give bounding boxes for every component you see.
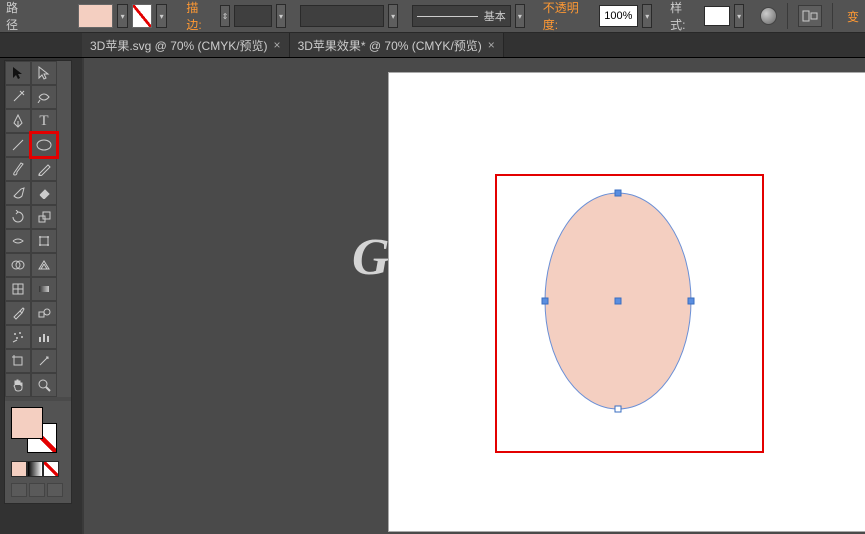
anchor-point-right[interactable] xyxy=(688,298,694,304)
draw-behind[interactable] xyxy=(29,483,45,497)
paintbrush-tool[interactable] xyxy=(5,157,31,181)
selection-context-label: 路径 xyxy=(6,0,28,33)
stroke-palette-dropdown[interactable]: ▾ xyxy=(156,4,166,28)
fill-stroke-control[interactable] xyxy=(11,407,59,455)
graphic-style-swatch[interactable] xyxy=(704,6,730,26)
artboard-tool[interactable] xyxy=(5,349,31,373)
rotate-tool[interactable] xyxy=(5,205,31,229)
document-tabs-bar: 3D苹果.svg @ 70% (CMYK/预览) × 3D苹果效果* @ 70%… xyxy=(0,33,865,58)
draw-normal[interactable] xyxy=(11,483,27,497)
line-segment-tool[interactable] xyxy=(5,133,31,157)
document-tab[interactable]: 3D苹果效果* @ 70% (CMYK/预览) × xyxy=(290,33,504,57)
symbol-sprayer-tool[interactable] xyxy=(5,325,31,349)
type-tool[interactable]: T xyxy=(31,109,57,133)
column-graph-tool[interactable] xyxy=(31,325,57,349)
slice-tool[interactable] xyxy=(31,349,57,373)
color-mode-row xyxy=(11,461,65,477)
blob-brush-tool[interactable] xyxy=(5,181,31,205)
direct-selection-tool[interactable] xyxy=(31,61,57,85)
pen-tool[interactable] xyxy=(5,109,31,133)
fill-dropdown[interactable]: ▾ xyxy=(117,4,127,28)
stroke-weight-dropdown[interactable]: ▾ xyxy=(276,4,286,28)
anchor-point-left[interactable] xyxy=(542,298,548,304)
document-tab[interactable]: 3D苹果.svg @ 70% (CMYK/预览) × xyxy=(82,33,290,57)
blend-tool[interactable] xyxy=(31,301,57,325)
tab-close-button[interactable]: × xyxy=(488,38,495,52)
divider xyxy=(787,3,788,29)
opacity-field[interactable]: 100% xyxy=(599,5,638,27)
divider xyxy=(832,3,833,29)
tab-label: 3D苹果.svg @ 70% (CMYK/预览) xyxy=(90,37,268,54)
style-label: 样式: xyxy=(670,0,696,33)
align-panel-button[interactable] xyxy=(798,5,822,27)
center-point[interactable] xyxy=(615,298,621,304)
free-transform-tool[interactable] xyxy=(31,229,57,253)
tab-label: 3D苹果效果* @ 70% (CMYK/预览) xyxy=(298,37,482,54)
stroke-swatch-none[interactable] xyxy=(132,4,153,28)
draw-mode-row xyxy=(11,483,65,497)
perspective-grid-tool[interactable] xyxy=(31,253,57,277)
graphic-style-dropdown[interactable]: ▾ xyxy=(734,4,744,28)
stroke-weight-field[interactable] xyxy=(234,5,271,27)
lasso-tool[interactable] xyxy=(31,85,57,109)
color-mode-gradient[interactable] xyxy=(27,461,43,477)
brush-style-label: 基本 xyxy=(484,8,506,24)
fill-color-swatch[interactable] xyxy=(11,407,43,439)
color-mode-none[interactable] xyxy=(43,461,59,477)
brush-style-field[interactable]: 基本 xyxy=(412,5,511,27)
tab-close-button[interactable]: × xyxy=(274,38,281,52)
gradient-tool[interactable] xyxy=(31,277,57,301)
selection-tool[interactable] xyxy=(5,61,31,85)
color-mode-solid[interactable] xyxy=(11,461,27,477)
selected-ellipse-object[interactable] xyxy=(543,191,693,411)
canvas-workspace[interactable]: G xyxy=(82,58,865,534)
hand-tool[interactable] xyxy=(5,373,31,397)
stroke-options-label[interactable]: 描边: xyxy=(186,0,212,33)
stroke-weight-stepper[interactable]: ⇕ xyxy=(220,5,230,27)
vstroke-profile-dropdown[interactable]: ▾ xyxy=(388,4,398,28)
opacity-label[interactable]: 不透明度: xyxy=(543,0,591,33)
anchor-point-top[interactable] xyxy=(615,190,621,196)
draw-inside[interactable] xyxy=(47,483,63,497)
brush-style-dropdown[interactable]: ▾ xyxy=(515,4,525,28)
zoom-tool[interactable] xyxy=(31,373,57,397)
eyedropper-tool[interactable] xyxy=(5,301,31,325)
fill-swatch[interactable] xyxy=(78,4,114,28)
shape-builder-tool[interactable] xyxy=(5,253,31,277)
eraser-tool[interactable] xyxy=(31,181,57,205)
watermark-text: G xyxy=(352,228,390,287)
recolor-artwork-button[interactable] xyxy=(760,7,777,25)
stroke-preview-line xyxy=(417,16,478,17)
magic-wand-tool[interactable] xyxy=(5,85,31,109)
annotation-highlight-box xyxy=(495,174,764,453)
artboard[interactable] xyxy=(388,72,865,532)
anchor-point-bottom[interactable] xyxy=(615,406,621,412)
opacity-dropdown[interactable]: ▾ xyxy=(642,4,652,28)
mesh-tool[interactable] xyxy=(5,277,31,301)
options-bar: 路径 ▾ ▾ 描边: ⇕ ▾ ▾ 基本 ▾ 不透明度: 100% ▾ 样式: ▾… xyxy=(0,0,865,33)
transform-label[interactable]: 变 xyxy=(847,8,859,25)
width-tool[interactable] xyxy=(5,229,31,253)
pencil-tool[interactable] xyxy=(31,157,57,181)
vstroke-profile-field[interactable] xyxy=(300,5,384,27)
align-icon xyxy=(802,9,818,23)
tools-panel: T xyxy=(4,60,72,504)
scale-tool[interactable] xyxy=(31,205,57,229)
ellipse-tool[interactable] xyxy=(31,133,57,157)
